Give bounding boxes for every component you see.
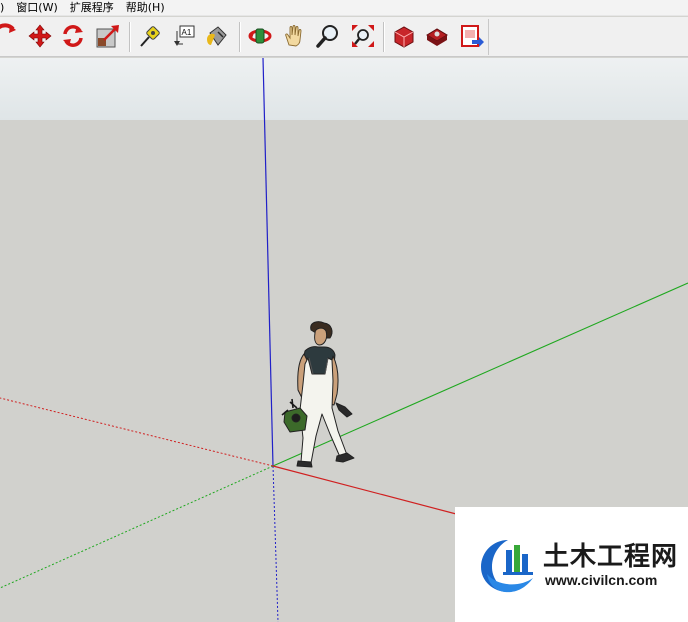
- toolbar-separator: [129, 22, 131, 52]
- blue-axis-positive: [262, 58, 274, 467]
- extension-warehouse-tool-button[interactable]: [423, 22, 451, 50]
- zoom-extents-icon: [352, 25, 374, 47]
- menu-bar: ) 窗口(W) 扩展程序 帮助(H): [0, 0, 688, 16]
- person-scale-figure[interactable]: [281, 321, 355, 468]
- text-tool-button[interactable]: A1: [170, 22, 198, 50]
- watermark-title: 土木工程网: [543, 541, 679, 572]
- text-icon: A1: [174, 25, 195, 46]
- civilcn-logo-icon: [481, 539, 533, 592]
- send-to-layout-tool-button[interactable]: [458, 22, 486, 50]
- scale-tool-button[interactable]: [94, 22, 122, 50]
- 3d-warehouse-icon: [394, 26, 414, 48]
- watermark-logo-panel: 土木工程网 www.civilcn.com: [455, 507, 688, 622]
- red-axis-positive: [272, 465, 461, 516]
- rotate-icon: [63, 25, 83, 47]
- menu-item-partial[interactable]: ): [0, 0, 10, 16]
- 3d-warehouse-tool-button[interactable]: [390, 22, 418, 50]
- follow-me-icon: [0, 23, 16, 33]
- toolbar: A1: [0, 17, 688, 57]
- zoom-tool-button[interactable]: [314, 22, 342, 50]
- toolbar-separator: [383, 22, 385, 52]
- toolbar-separator: [239, 22, 241, 52]
- svg-text:A1: A1: [182, 28, 192, 37]
- toolbar-end-edge: [488, 19, 489, 55]
- rotate-tool-button[interactable]: [59, 22, 87, 50]
- blue-axis-negative: [272, 465, 279, 622]
- move-icon: [28, 24, 52, 48]
- scale-icon: [96, 25, 119, 48]
- zoom-icon: [316, 25, 338, 48]
- red-axis-negative: [0, 397, 274, 467]
- zoom-extents-tool-button[interactable]: [349, 22, 377, 50]
- extension-warehouse-icon: [426, 28, 448, 46]
- watermark-text: 土木工程网 www.civilcn.com: [543, 542, 678, 588]
- tape-measure-tool-button[interactable]: [136, 22, 164, 50]
- tape-measure-icon: [140, 26, 160, 47]
- pan-icon: [285, 25, 302, 47]
- green-axis-negative: [0, 465, 274, 589]
- follow-me-tool-button[interactable]: [0, 22, 20, 50]
- menu-item-help[interactable]: 帮助(H): [120, 0, 171, 16]
- watermark-url: www.civilcn.com: [545, 571, 658, 588]
- paint-bucket-tool-button[interactable]: [203, 22, 231, 50]
- pan-tool-button[interactable]: [280, 22, 308, 50]
- menu-item-window[interactable]: 窗口(W): [10, 0, 63, 16]
- orbit-tool-button[interactable]: [246, 22, 274, 50]
- move-tool-button[interactable]: [26, 22, 54, 50]
- paint-bucket-icon: [207, 26, 227, 46]
- menu-item-extensions[interactable]: 扩展程序: [64, 0, 120, 16]
- send-to-layout-icon: [461, 25, 484, 47]
- orbit-icon: [248, 28, 272, 44]
